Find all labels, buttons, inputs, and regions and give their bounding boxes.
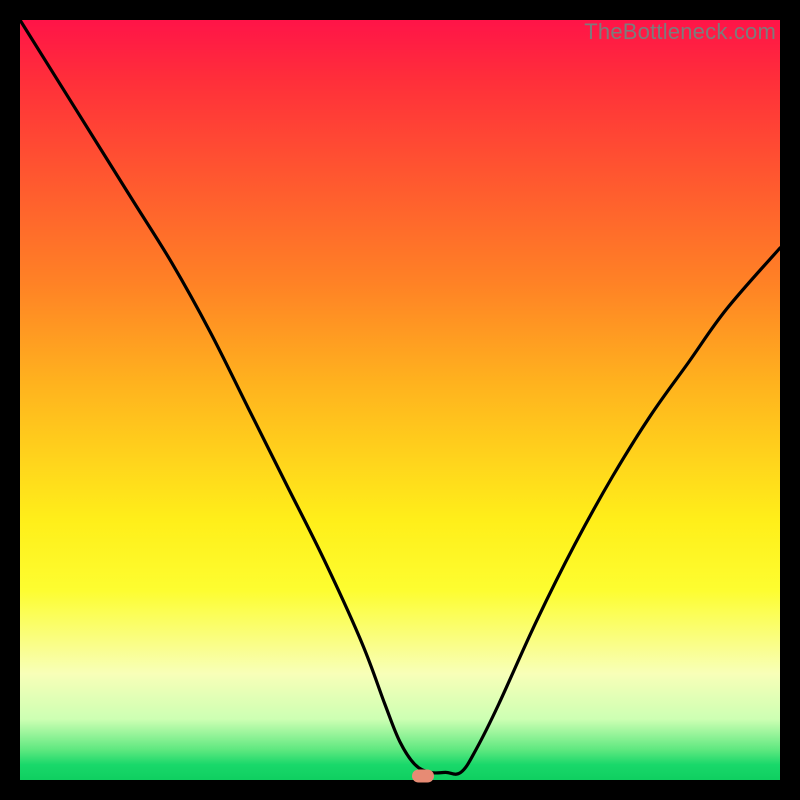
plot-area: TheBottleneck.com: [20, 20, 780, 780]
bottleneck-curve: [20, 20, 780, 780]
optimum-marker: [412, 770, 434, 783]
curve-path: [20, 20, 780, 774]
chart-frame: TheBottleneck.com: [0, 0, 800, 800]
